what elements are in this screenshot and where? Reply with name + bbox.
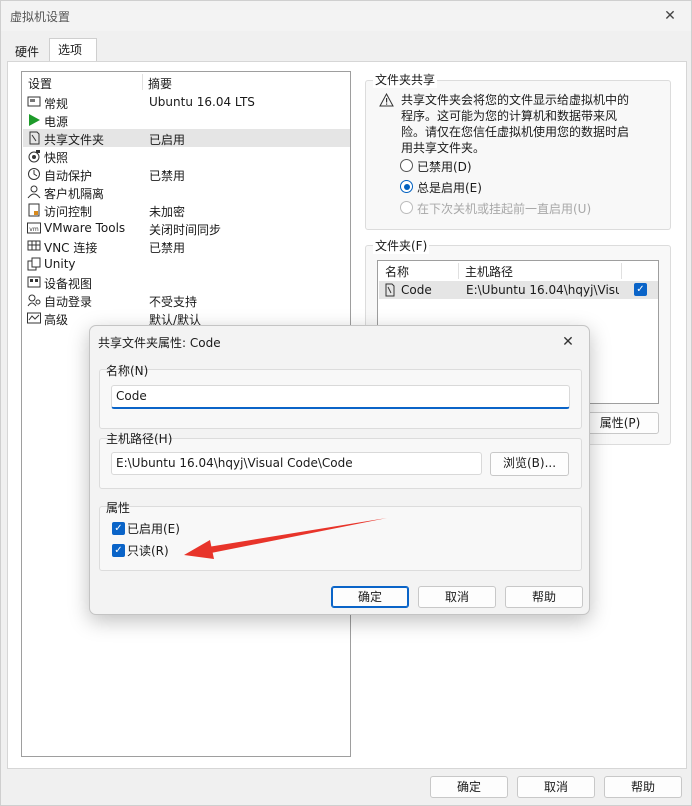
settings-row-summary: 已启用 <box>149 133 186 147</box>
shared-folder-icon <box>384 283 396 300</box>
dialog-cancel-button[interactable]: 取消 <box>418 586 496 608</box>
snapshot-icon <box>27 149 41 163</box>
folder-path-cell: E:\Ubuntu 16.04\hqyj\Visu... <box>466 283 619 297</box>
name-input[interactable]: Code <box>111 385 570 409</box>
title-bar: 虚拟机设置 ✕ <box>1 1 691 31</box>
autoprotect-icon <box>27 167 41 181</box>
settings-row-label: 快照 <box>44 151 69 165</box>
settings-row-power[interactable]: 电源 <box>23 111 350 129</box>
radio-disabled-label[interactable]: 已禁用(D) <box>417 158 472 175</box>
host-path-input[interactable]: E:\Ubuntu 16.04\hqyj\Visual Code\Code <box>111 452 482 475</box>
settings-row-label: Unity <box>44 257 76 271</box>
shared-folder-icon <box>27 131 41 145</box>
attributes-group-label: 属性 <box>106 501 131 515</box>
column-divider[interactable] <box>142 74 143 90</box>
settings-row-summary: 关闭时间同步 <box>149 223 222 237</box>
settings-row-label: 常规 <box>44 97 69 111</box>
cancel-button[interactable]: 取消 <box>517 776 595 798</box>
dialog-title: 共享文件夹属性: Code <box>98 336 221 350</box>
properties-button[interactable]: 属性(P) <box>581 412 659 434</box>
settings-row-label: 电源 <box>44 115 69 129</box>
tab-options[interactable]: 选项 <box>49 38 97 63</box>
host-path-group-label: 主机路径(H) <box>106 432 173 446</box>
ok-button[interactable]: 确定 <box>430 776 508 798</box>
enabled-checkbox-label[interactable]: 已启用(E) <box>127 520 180 537</box>
settings-row-unity[interactable]: Unity <box>23 255 350 273</box>
column-header-settings[interactable]: 设置 <box>28 75 52 92</box>
radio-disabled-option[interactable] <box>400 159 413 172</box>
settings-row-label: 共享文件夹 <box>44 133 105 147</box>
settings-row-label: VNC 连接 <box>44 241 98 255</box>
browse-button[interactable]: 浏览(B)... <box>490 452 569 476</box>
sharing-warning-text: 共享文件夹会将您的文件显示给虚拟机中的程序。这可能为您的计算机和数据带来风险。请… <box>401 93 630 155</box>
dialog-ok-button[interactable]: 确定 <box>331 586 409 608</box>
vmware-tools-icon: vm <box>27 221 41 235</box>
folder-enabled-checkbox[interactable]: ✓ <box>634 283 647 296</box>
settings-list-header: 设置 摘要 <box>22 72 350 92</box>
enabled-checkbox[interactable]: ✓ <box>112 522 125 535</box>
settings-row-summary: 未加密 <box>149 205 186 219</box>
settings-row-device-view[interactable]: 设备视图 <box>23 273 350 291</box>
settings-row-autologin[interactable]: 自动登录 不受支持 <box>23 291 350 309</box>
folder-name-cell: Code <box>401 283 432 297</box>
dialog-help-button[interactable]: 帮助 <box>505 586 583 608</box>
settings-row-guest-isolation[interactable]: 客户机隔离 <box>23 183 350 201</box>
column-header-host-path[interactable]: 主机路径 <box>465 263 513 280</box>
help-button[interactable]: 帮助 <box>604 776 682 798</box>
settings-row-vnc[interactable]: VNC 连接 已禁用 <box>23 237 350 255</box>
settings-row-shared-folders[interactable]: 共享文件夹 已启用 <box>23 129 350 147</box>
radio-until-poweroff-label: 在下次关机或挂起前一直启用(U) <box>417 202 592 216</box>
settings-row-vmware-tools[interactable]: vm VMware Tools 关闭时间同步 <box>23 219 350 237</box>
settings-row-label: 自动保护 <box>44 169 93 183</box>
settings-row-label: VMware Tools <box>44 221 126 235</box>
access-control-icon <box>27 203 41 217</box>
shared-folder-properties-dialog: 共享文件夹属性: Code ✕ 名称(N) Code 主机路径(H) E:\Ub… <box>89 325 590 615</box>
settings-row-label: 高级 <box>44 313 69 327</box>
settings-row-label: 访问控制 <box>44 205 93 219</box>
vnc-icon <box>27 239 41 253</box>
settings-row-summary: 已禁用 <box>149 241 186 255</box>
window-title: 虚拟机设置 <box>10 10 71 24</box>
autologin-icon <box>27 293 41 307</box>
warning-icon <box>379 93 394 107</box>
column-header-name[interactable]: 名称 <box>385 263 409 280</box>
device-view-icon <box>27 275 41 289</box>
settings-row-summary: 已禁用 <box>149 169 186 183</box>
name-group-label: 名称(N) <box>106 364 149 378</box>
readonly-checkbox[interactable]: ✓ <box>112 544 125 557</box>
annotation-arrow <box>184 518 387 559</box>
radio-always-enabled[interactable] <box>400 180 413 193</box>
settings-row-summary: 不受支持 <box>149 295 198 309</box>
column-header-summary[interactable]: 摘要 <box>148 75 172 92</box>
settings-row-general[interactable]: 常规 Ubuntu 16.04 LTS <box>23 93 350 111</box>
table-row[interactable]: Code E:\Ubuntu 16.04\hqyj\Visu... ✓ <box>379 281 658 299</box>
folder-sharing-label: 文件夹共享 <box>373 71 438 88</box>
settings-row-snapshots[interactable]: 快照 <box>23 147 350 165</box>
unity-icon <box>27 257 41 271</box>
general-icon <box>27 95 41 109</box>
power-icon <box>27 113 41 127</box>
readonly-checkbox-label[interactable]: 只读(R) <box>127 542 169 559</box>
dialog-close-icon[interactable]: ✕ <box>557 331 579 353</box>
radio-always-enabled-label[interactable]: 总是启用(E) <box>417 179 482 196</box>
settings-row-access-control[interactable]: 访问控制 未加密 <box>23 201 350 219</box>
settings-row-label: 设备视图 <box>44 277 93 291</box>
advanced-icon <box>27 311 41 325</box>
guest-isolation-icon <box>27 185 41 199</box>
settings-row-label: 客户机隔离 <box>44 187 105 201</box>
radio-until-poweroff <box>400 201 413 214</box>
tab-hardware[interactable]: 硬件 <box>7 41 49 62</box>
folders-label: 文件夹(F) <box>373 237 430 254</box>
settings-row-autoprotect[interactable]: 自动保护 已禁用 <box>23 165 350 183</box>
settings-row-label: 自动登录 <box>44 295 93 309</box>
column-divider[interactable] <box>621 263 622 279</box>
column-divider[interactable] <box>458 263 459 279</box>
settings-row-summary: Ubuntu 16.04 LTS <box>149 95 255 109</box>
svg-text:vm: vm <box>29 226 39 233</box>
window-close-icon[interactable]: ✕ <box>659 5 681 27</box>
